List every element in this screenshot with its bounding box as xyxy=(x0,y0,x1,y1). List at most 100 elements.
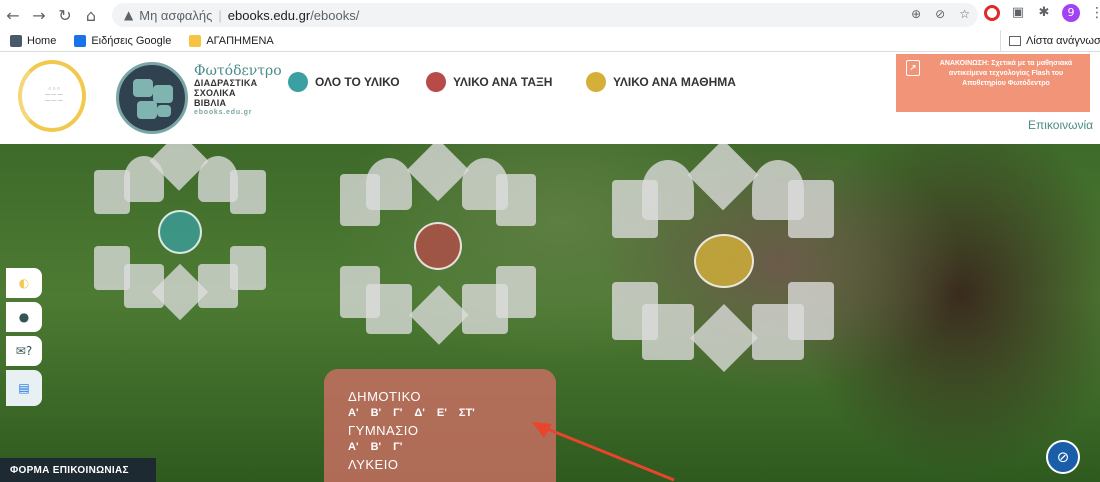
omnibox-actions: ⊕ ⊘ ☆ xyxy=(911,7,970,21)
flower-petal xyxy=(752,304,804,360)
flower-petal xyxy=(496,174,536,226)
profile-avatar[interactable]: 9 xyxy=(1062,4,1080,22)
folder-icon xyxy=(189,34,202,47)
flower-petal xyxy=(406,144,470,202)
class-e-primary[interactable]: Ε' xyxy=(437,407,447,419)
announcement-banner[interactable]: ↗ ΑΝΑΚΟΙΝΩΣΗ: Σχετικά με τα μαθησιακά αν… xyxy=(896,54,1090,112)
gymnasium-classes: Α' Β' Γ' xyxy=(348,439,556,455)
bookmark-favorites[interactable]: ΑΓΑΠΗΜΕΝΑ xyxy=(189,34,274,47)
announcement-text: ΑΝΑΚΟΙΝΩΣΗ: Σχετικά με τα μαθησιακά αντι… xyxy=(939,60,1073,87)
bookmark-label: Home xyxy=(27,34,57,47)
arrow-shaft xyxy=(539,424,675,482)
flower-petal xyxy=(642,304,694,360)
yellow-center xyxy=(694,234,754,288)
bookmark-home[interactable]: Home xyxy=(10,34,57,47)
logo-leaf xyxy=(137,101,157,119)
partner-logo[interactable]: ○ ○ ○ — — — — — — xyxy=(18,60,86,132)
flower-petal xyxy=(690,304,758,372)
brand-text[interactable]: Φωτόδεντρο ΔΙΑΔΡΑΣΤΙΚΑ ΣΧΟΛΙΚΑ ΒΙΒΛΙΑ eb… xyxy=(194,64,282,118)
teal-center xyxy=(158,210,202,254)
flower-petal xyxy=(198,264,238,308)
gymnasium-link[interactable]: ΓΥΜΝΑΣΙΟ xyxy=(348,423,556,439)
eye-off-icon[interactable]: ⊘ xyxy=(935,7,945,21)
bookmark-label: Ειδήσεις Google xyxy=(91,34,172,47)
arrow-left-icon[interactable]: ← xyxy=(0,2,26,28)
menu-material-by-class[interactable]: ΥΛΙΚΟ ΑΝΑ ΤΑΞΗ xyxy=(426,72,552,92)
bookmark-label: ΑΓΑΠΗΜΕΝΑ xyxy=(206,34,274,47)
logo-leaf xyxy=(153,85,173,103)
star-icon[interactable]: ☆ xyxy=(959,7,970,21)
eye-slash-icon[interactable]: ⊘ xyxy=(1046,440,1080,474)
class-a-gymnasium[interactable]: Α' xyxy=(348,441,359,453)
home-icon[interactable]: ⌂ xyxy=(78,2,104,28)
omnibox-separator: | xyxy=(218,7,222,23)
address-bar[interactable]: ▲ Μη ασφαλής | ebooks.edu.gr/ebooks/ ⊕ ⊘… xyxy=(112,3,978,27)
yellow-dot-icon xyxy=(586,72,606,92)
flower-petal xyxy=(94,170,130,214)
menu-material-by-subject[interactable]: ΥΛΙΚΟ ΑΝΑ ΜΑΘΗΜΑ xyxy=(586,72,736,92)
class-a-primary[interactable]: Α' xyxy=(348,407,359,419)
flower-petal xyxy=(230,170,266,214)
site-header: ○ ○ ○ — — — — — — Φωτόδεντρο ΔΙΑΔΡΑΣΤΙΚΑ Σ… xyxy=(0,52,1100,144)
class-c-primary[interactable]: Γ' xyxy=(393,407,402,419)
puzzle-icon[interactable]: ✱ xyxy=(1036,5,1052,21)
browser-toolbar: ← → ↻ ⌂ ▲ Μη ασφαλής | ebooks.edu.gr/ebo… xyxy=(0,0,1100,30)
reload-icon[interactable]: ↻ xyxy=(52,2,78,28)
brand-line: ΒΙΒΛΙΑ xyxy=(194,98,227,108)
extension-icon[interactable]: ▣ xyxy=(1010,5,1026,21)
partner-logo-mark: ○ ○ ○ — — — — — — xyxy=(45,86,63,104)
reading-list-label: Λίστα ανάγνωσης xyxy=(1026,35,1100,47)
flower-all-material[interactable] xyxy=(94,144,266,328)
google-news-icon xyxy=(74,34,87,47)
partner-shortcut-icon[interactable]: ◐ xyxy=(6,268,42,298)
brand-line: ΔΙΑΔΡΑΣΤΙΚΑ xyxy=(194,78,258,88)
primary-classes: Α' Β' Γ' Δ' Ε' ΣΤ' xyxy=(348,405,556,421)
flower-material-by-class[interactable] xyxy=(340,144,536,358)
warning-icon: ▲ xyxy=(124,8,134,22)
flower-petal xyxy=(462,284,508,334)
flower-petal xyxy=(788,180,834,238)
menu-icon[interactable]: ⋮ xyxy=(1090,5,1100,21)
red-dot-icon xyxy=(426,72,446,92)
opera-extension-icon[interactable] xyxy=(984,5,1000,21)
extensions-area: ▣ ✱ 9 ⋮ xyxy=(984,4,1100,22)
security-status: Μη ασφαλής xyxy=(139,7,213,23)
photodentro-shortcut-icon[interactable]: ● xyxy=(6,302,42,332)
menu-label: ΥΛΙΚΟ ΑΝΑ ΜΑΘΗΜΑ xyxy=(613,75,736,89)
class-b-primary[interactable]: Β' xyxy=(371,407,382,419)
class-f-primary[interactable]: ΣΤ' xyxy=(459,407,475,419)
books-shortcut-icon[interactable]: ▤ xyxy=(6,370,42,406)
annotation-arrow xyxy=(532,422,675,482)
side-toolbar: ◐ ● ✉? ▤ xyxy=(6,268,46,410)
contact-form-button[interactable]: ΦΟΡΜΑ ΕΠΙΚΟΙΝΩΝΙΑΣ xyxy=(0,458,156,482)
bookmark-home-icon xyxy=(10,34,22,47)
menu-all-material[interactable]: ΟΛΟ ΤΟ ΥΛΙΚΟ xyxy=(288,72,400,92)
arrow-right-icon[interactable]: → xyxy=(26,2,52,28)
flower-petal xyxy=(340,174,380,226)
brand-name: Φωτόδεντρο xyxy=(194,63,282,79)
url-path: /ebooks/ xyxy=(310,7,360,23)
photodentro-logo[interactable] xyxy=(116,62,188,134)
red-center xyxy=(414,222,462,270)
brand-url: ebooks.edu.gr xyxy=(194,109,253,116)
logo-leaf xyxy=(157,105,171,117)
flower-petal xyxy=(366,284,412,334)
reading-list-icon xyxy=(1009,36,1021,46)
class-c-gymnasium[interactable]: Γ' xyxy=(393,441,402,453)
grades-panel: ΔΗΜΟΤΙΚΟ Α' Β' Γ' Δ' Ε' ΣΤ' ΓΥΜΝΑΣΙΟ Α' Β' Γ' Λ… xyxy=(324,369,556,482)
contact-link[interactable]: Επικοινωνία xyxy=(1028,118,1093,132)
flower-material-by-subject[interactable] xyxy=(612,144,834,390)
lyceum-link[interactable]: ΛΥΚΕΙΟ xyxy=(348,457,556,473)
brand-line: ΣΧΟΛΙΚΑ xyxy=(194,88,236,98)
menu-label: ΥΛΙΚΟ ΑΝΑ ΤΑΞΗ xyxy=(453,75,553,89)
class-d-primary[interactable]: Δ' xyxy=(414,407,425,419)
zoom-icon[interactable]: ⊕ xyxy=(911,7,921,21)
pdf-icon: ↗ xyxy=(906,60,920,76)
primary-school-link[interactable]: ΔΗΜΟΤΙΚΟ xyxy=(348,389,556,405)
class-b-gymnasium[interactable]: Β' xyxy=(371,441,382,453)
help-faq-icon[interactable]: ✉? xyxy=(6,336,42,366)
bookmarks-bar: Home Ειδήσεις Google ΑΓΑΠΗΜΕΝΑ Λίστα ανά… xyxy=(0,30,1100,52)
reading-list-button[interactable]: Λίστα ανάγνωσης xyxy=(1000,30,1100,52)
bookmark-google-news[interactable]: Ειδήσεις Google xyxy=(74,34,172,47)
logo-leaf xyxy=(133,79,153,97)
